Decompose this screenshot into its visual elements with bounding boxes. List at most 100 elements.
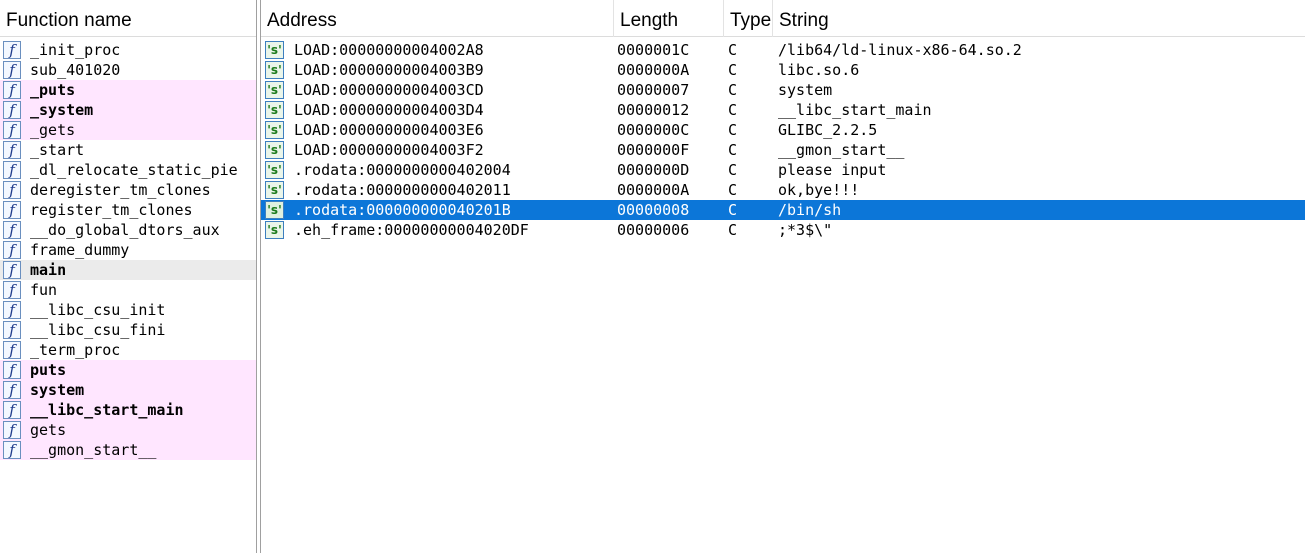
string-value: system bbox=[778, 81, 833, 99]
strings-header: Address Length Type String bbox=[261, 0, 1305, 37]
string-row[interactable]: 's' .rodata:000000000040201B 00000008 C/bin… bbox=[261, 200, 1305, 220]
function-row[interactable]: f deregister_tm_clones bbox=[0, 180, 256, 200]
function-name: _init_proc bbox=[30, 41, 121, 59]
function-icon: f bbox=[3, 201, 21, 219]
function-row[interactable]: f _start bbox=[0, 140, 256, 160]
function-row[interactable]: f frame_dummy bbox=[0, 240, 256, 260]
function-name: __gmon_start__ bbox=[30, 441, 157, 459]
function-name: _puts bbox=[30, 81, 76, 99]
function-row[interactable]: f _system bbox=[0, 100, 256, 120]
string-row[interactable]: 's' LOAD:00000000004003E6 0000000C C GLIBC_2… bbox=[261, 120, 1305, 140]
function-name: main bbox=[30, 261, 67, 279]
function-row[interactable]: f __libc_start_main bbox=[0, 400, 256, 420]
function-icon: f bbox=[3, 441, 21, 459]
string-type: C bbox=[728, 41, 738, 59]
string-row[interactable]: 's' LOAD:00000000004003D4 00000012 C __libc_… bbox=[261, 100, 1305, 120]
string-row[interactable]: 's' LOAD:00000000004003B9 0000000A Clibc.so… bbox=[261, 60, 1305, 80]
string-type: C bbox=[728, 221, 738, 239]
function-name: fun bbox=[30, 281, 58, 299]
string-icon: 's' bbox=[265, 141, 284, 159]
function-row[interactable]: f system bbox=[0, 380, 256, 400]
function-row[interactable]: f fun bbox=[0, 280, 256, 300]
function-name: _gets bbox=[30, 121, 76, 139]
function-row[interactable]: f gets bbox=[0, 420, 256, 440]
function-name: _system bbox=[30, 101, 94, 119]
string-icon: 's' bbox=[265, 201, 284, 219]
function-row[interactable]: f puts bbox=[0, 360, 256, 380]
function-row[interactable]: f _term_proc bbox=[0, 340, 256, 360]
function-name: puts bbox=[30, 361, 67, 379]
function-row[interactable]: f _gets bbox=[0, 120, 256, 140]
string-type: C bbox=[728, 101, 738, 119]
function-row[interactable]: f main bbox=[0, 260, 256, 280]
string-address: LOAD:00000000004002A8 bbox=[294, 41, 484, 59]
function-icon: f bbox=[3, 81, 21, 99]
function-row[interactable]: f __libc_csu_init bbox=[0, 300, 256, 320]
function-name: frame_dummy bbox=[30, 241, 130, 259]
function-name: sub_401020 bbox=[30, 61, 121, 79]
string-icon: 's' bbox=[265, 161, 284, 179]
string-length: 0000000C bbox=[617, 121, 690, 139]
string-value: ok,bye!!! bbox=[778, 181, 860, 199]
function-icon: f bbox=[3, 41, 21, 59]
function-icon: f bbox=[3, 301, 21, 319]
address-column-header[interactable]: Address bbox=[261, 0, 614, 37]
string-icon: 's' bbox=[265, 101, 284, 119]
string-row[interactable]: 's' LOAD:00000000004003CD 00000007 Csystem bbox=[261, 80, 1305, 100]
function-name: __libc_csu_fini bbox=[30, 321, 166, 339]
string-length: 0000000D bbox=[617, 161, 690, 179]
functions-pane: Function name f _init_proc f sub_401020 f _pu… bbox=[0, 0, 257, 553]
function-row[interactable]: f register_tm_clones bbox=[0, 200, 256, 220]
string-type: C bbox=[728, 81, 738, 99]
string-icon: 's' bbox=[265, 61, 284, 79]
string-length: 0000000A bbox=[617, 61, 690, 79]
function-name-column-header[interactable]: Function name bbox=[0, 0, 256, 37]
string-row[interactable]: 's' .rodata:0000000000402004 0000000D Cplea… bbox=[261, 160, 1305, 180]
function-icon: f bbox=[3, 321, 21, 339]
function-name: _term_proc bbox=[30, 341, 121, 359]
string-address: LOAD:00000000004003E6 bbox=[294, 121, 484, 139]
string-row[interactable]: 's' .rodata:0000000000402011 0000000A Cok,b… bbox=[261, 180, 1305, 200]
string-column-header[interactable]: String bbox=[773, 0, 1305, 37]
string-row[interactable]: 's' .eh_frame:00000000004020DF 00000006 C ;*… bbox=[261, 220, 1305, 240]
string-icon: 's' bbox=[265, 181, 284, 199]
function-icon: f bbox=[3, 361, 21, 379]
function-name: _dl_relocate_static_pie bbox=[30, 161, 238, 179]
length-column-header[interactable]: Length bbox=[614, 0, 724, 37]
function-icon: f bbox=[3, 121, 21, 139]
string-value: GLIBC_2.2.5 bbox=[778, 121, 878, 139]
string-length: 00000007 bbox=[617, 81, 690, 99]
type-column-header[interactable]: Type bbox=[724, 0, 773, 37]
function-row[interactable]: f sub_401020 bbox=[0, 60, 256, 80]
function-row[interactable]: f _dl_relocate_static_pie bbox=[0, 160, 256, 180]
string-row[interactable]: 's' LOAD:00000000004002A8 0000001C C/lib64/… bbox=[261, 40, 1305, 60]
string-type: C bbox=[728, 201, 738, 219]
string-type: C bbox=[728, 161, 738, 179]
function-row[interactable]: f _puts bbox=[0, 80, 256, 100]
function-row[interactable]: f _init_proc bbox=[0, 40, 256, 60]
function-list: f _init_proc f sub_401020 f _puts f _system f _ge… bbox=[0, 40, 256, 460]
string-value: please input bbox=[778, 161, 887, 179]
function-name: __libc_start_main bbox=[30, 401, 184, 419]
string-row[interactable]: 's' LOAD:00000000004003F2 0000000F C __gmon_… bbox=[261, 140, 1305, 160]
string-value: /lib64/ld-linux-x86-64.so.2 bbox=[778, 41, 1022, 59]
string-icon: 's' bbox=[265, 81, 284, 99]
function-icon: f bbox=[3, 101, 21, 119]
string-length: 0000001C bbox=[617, 41, 690, 59]
function-icon: f bbox=[3, 161, 21, 179]
string-type: C bbox=[728, 181, 738, 199]
string-address: LOAD:00000000004003CD bbox=[294, 81, 484, 99]
string-address: .eh_frame:00000000004020DF bbox=[294, 221, 529, 239]
string-length: 00000012 bbox=[617, 101, 690, 119]
string-address: LOAD:00000000004003D4 bbox=[294, 101, 484, 119]
string-type: C bbox=[728, 121, 738, 139]
function-icon: f bbox=[3, 141, 21, 159]
string-icon: 's' bbox=[265, 221, 284, 239]
function-row[interactable]: f __do_global_dtors_aux bbox=[0, 220, 256, 240]
function-name: deregister_tm_clones bbox=[30, 181, 211, 199]
string-address: .rodata:0000000000402011 bbox=[294, 181, 511, 199]
string-icon: 's' bbox=[265, 41, 284, 59]
function-row[interactable]: f __libc_csu_fini bbox=[0, 320, 256, 340]
function-icon: f bbox=[3, 241, 21, 259]
function-row[interactable]: f __gmon_start__ bbox=[0, 440, 256, 460]
